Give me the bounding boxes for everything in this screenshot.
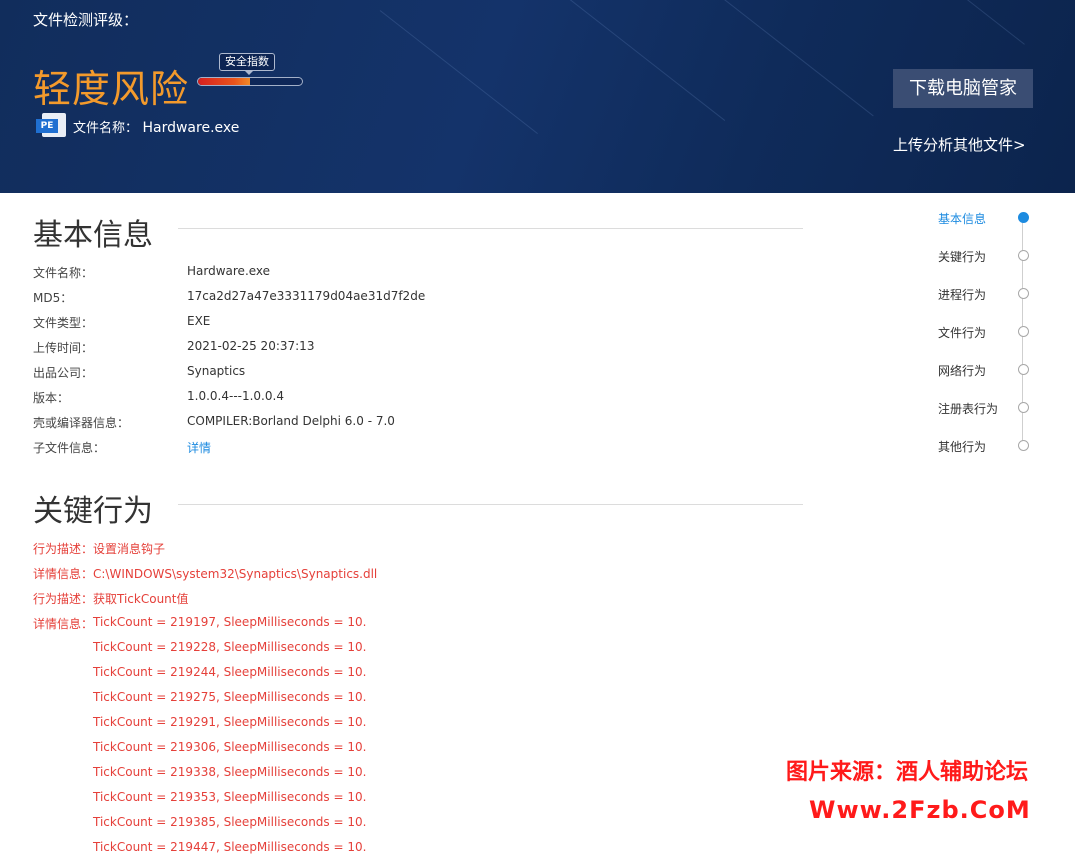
- decor-streak: [929, 0, 1025, 45]
- info-value: 2021-02-25 20:37:13: [187, 339, 315, 353]
- section-divider: [178, 228, 803, 229]
- safety-index-tag: 安全指数: [219, 53, 275, 75]
- side-nav-item-registry-behavior[interactable]: 注册表行为: [938, 400, 1038, 420]
- file-name-label: 文件名称：: [73, 121, 139, 136]
- info-value: Hardware.exe: [187, 264, 271, 278]
- info-value: COMPILER:Borland Delphi 6.0 - 7.0: [187, 414, 395, 428]
- info-key: 子文件信息：: [33, 441, 106, 455]
- tick-detail-line: TickCount = 219291, SleepMilliseconds = …: [93, 715, 367, 729]
- info-row: 文件名称： Hardware.exe: [33, 264, 793, 284]
- behavior-line: 行为描述：获取TickCount值: [33, 592, 189, 606]
- section-title-key-behavior: 关键行为: [33, 494, 153, 529]
- info-row: MD5： 17ca2d27a47e3331179d04ae31d7f2de: [33, 289, 793, 309]
- side-nav-label: 文件行为: [938, 326, 987, 340]
- safety-index-gauge: [197, 77, 303, 86]
- tick-detail-line: TickCount = 219338, SleepMilliseconds = …: [93, 765, 367, 779]
- side-nav-dot: [1018, 212, 1029, 223]
- side-nav-dot: [1018, 364, 1029, 375]
- section-title-basic-info: 基本信息: [33, 218, 153, 253]
- side-nav-item-key-behavior[interactable]: 关键行为: [938, 248, 1038, 268]
- file-name-line: 文件名称： Hardware.exe: [73, 117, 239, 136]
- info-key: 版本：: [33, 391, 70, 405]
- info-value: Synaptics: [187, 364, 246, 378]
- side-nav-dot: [1018, 440, 1029, 451]
- info-row: 壳或编译器信息： COMPILER:Borland Delphi 6.0 - 7…: [33, 414, 793, 434]
- side-nav-item-file-behavior[interactable]: 文件行为: [938, 324, 1038, 344]
- watermark-source: 图片来源：酒人辅助论坛: [786, 760, 1029, 785]
- tick-detail-line: TickCount = 219228, SleepMilliseconds = …: [93, 640, 367, 654]
- side-nav-label: 其他行为: [938, 440, 987, 454]
- info-value: 17ca2d27a47e3331179d04ae31d7f2de: [187, 289, 426, 303]
- info-row: 文件类型： EXE: [33, 314, 793, 334]
- watermark-url: Www.2Fzb.CoM: [809, 796, 1031, 824]
- side-nav-item-other-behavior[interactable]: 其他行为: [938, 438, 1038, 458]
- info-key: 上传时间：: [33, 341, 94, 355]
- side-nav-label: 基本信息: [938, 212, 987, 226]
- side-nav-item-basic-info[interactable]: 基本信息: [938, 210, 1038, 230]
- side-nav-label: 关键行为: [938, 250, 987, 264]
- file-name-value: Hardware.exe: [142, 120, 240, 136]
- info-row: 上传时间： 2021-02-25 20:37:13: [33, 339, 793, 359]
- info-row: 子文件信息： 详情: [33, 439, 793, 459]
- decor-streak: [519, 0, 726, 121]
- download-pc-manager-button[interactable]: 下载电脑管家: [893, 69, 1033, 108]
- info-row: 出品公司： Synaptics: [33, 364, 793, 384]
- side-nav-item-network-behavior[interactable]: 网络行为: [938, 362, 1038, 382]
- safety-index-fill: [198, 78, 250, 85]
- side-nav-dot: [1018, 402, 1029, 413]
- tick-detail-line: TickCount = 219447, SleepMilliseconds = …: [93, 840, 367, 854]
- upload-other-file-link[interactable]: 上传分析其他文件>: [893, 134, 1026, 155]
- info-row: 版本： 1.0.0.4---1.0.0.4: [33, 389, 793, 409]
- tick-detail-line: TickCount = 219306, SleepMilliseconds = …: [93, 740, 367, 754]
- section-divider: [178, 504, 803, 505]
- side-nav-label: 进程行为: [938, 288, 987, 302]
- info-key: 出品公司：: [33, 366, 94, 380]
- tick-detail-line: TickCount = 219244, SleepMilliseconds = …: [93, 665, 367, 679]
- info-key: 文件名称：: [33, 266, 94, 280]
- decor-streak: [379, 10, 538, 135]
- report-header: 文件检测评级： 轻度风险 安全指数 PE 文件名称： Hardware.exe …: [0, 0, 1075, 193]
- tick-detail-line: TickCount = 219197, SleepMilliseconds = …: [93, 615, 367, 629]
- side-nav-item-process-behavior[interactable]: 进程行为: [938, 286, 1038, 306]
- info-key: MD5：: [33, 291, 73, 305]
- side-nav-label: 网络行为: [938, 364, 987, 378]
- behavior-line: 行为描述：设置消息钩子: [33, 542, 166, 556]
- risk-level: 轻度风险: [33, 67, 190, 111]
- pe-file-icon: PE: [36, 113, 66, 137]
- behavior-line: 详情信息：C:\WINDOWS\system32\Synaptics\Synap…: [33, 567, 378, 581]
- side-nav-dot: [1018, 326, 1029, 337]
- tick-detail-line: TickCount = 219275, SleepMilliseconds = …: [93, 690, 367, 704]
- side-nav-dot: [1018, 250, 1029, 261]
- info-key: 文件类型：: [33, 316, 94, 330]
- tick-detail-line: TickCount = 219385, SleepMilliseconds = …: [93, 815, 367, 829]
- info-value: 1.0.0.4---1.0.0.4: [187, 389, 284, 403]
- decor-streak: [699, 0, 874, 117]
- side-nav-label: 注册表行为: [938, 402, 999, 416]
- side-nav-dot: [1018, 288, 1029, 299]
- behavior-line: 详情信息：: [33, 617, 94, 631]
- sub-file-details-link[interactable]: 详情: [187, 439, 211, 456]
- info-value: EXE: [187, 314, 211, 328]
- tick-detail-line: TickCount = 219353, SleepMilliseconds = …: [93, 790, 367, 804]
- detection-rating-title: 文件检测评级：: [33, 11, 139, 29]
- info-key: 壳或编译器信息：: [33, 416, 130, 430]
